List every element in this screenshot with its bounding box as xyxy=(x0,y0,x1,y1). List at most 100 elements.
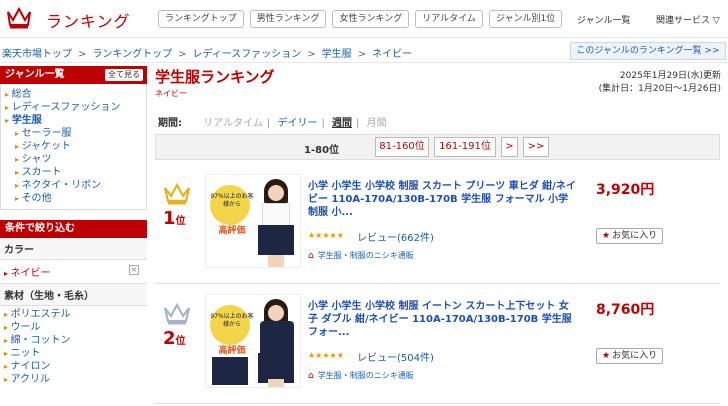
ranking-item: 2位 97%以上のお客様から 高評価 小学 小学生 小学校 制服 イートン スカ… xyxy=(155,292,720,404)
material-section-title: 素材（生地・毛糸） xyxy=(0,284,147,306)
color-section-title: カラー xyxy=(0,238,147,260)
page-subtitle: ネイビー xyxy=(155,89,187,98)
breadcrumb-ranking-top[interactable]: ランキングトップ xyxy=(92,49,172,60)
pagination-current-range: 1-80位 xyxy=(304,145,340,156)
breadcrumb: 楽天市場トップ > ランキングトップ > レディースファッション > 学生服 > ネイビー xyxy=(2,45,412,60)
image-badge-highlight: 高評価 xyxy=(218,346,246,356)
shop-home-icon: ⌂ xyxy=(308,251,314,261)
star-icon: ★ xyxy=(602,231,611,241)
related-services-menu[interactable]: 関連サービス ▽ xyxy=(656,13,720,26)
favorite-label: お気に入り xyxy=(612,351,658,361)
sidebar-item-sailor[interactable]: セーラー服 xyxy=(5,127,146,140)
nav-realtime[interactable]: リアルタイム xyxy=(415,10,483,28)
genre-list-link[interactable]: ジャンル一覧 xyxy=(577,13,631,26)
image-badge-highlight: 高評価 xyxy=(218,226,246,236)
period-daily[interactable]: デイリー xyxy=(277,118,317,129)
page-next[interactable]: > xyxy=(501,137,518,157)
price: 8,760円 xyxy=(596,302,655,318)
sidebar-item-uniform[interactable]: 学生服 xyxy=(5,114,146,127)
genre-ranking-list-link[interactable]: このジャンルのランキング一覧 >> xyxy=(570,42,726,60)
sidebar-item-other[interactable]: その他 xyxy=(5,192,146,205)
sidebar-item-shirt[interactable]: シャツ xyxy=(5,153,146,166)
update-info: 2025年1月29日(水)更新 (集計日：1月20日〜1月26日) xyxy=(599,70,721,96)
sidebar: ジャンル一覧 全て見る 総合 レディースファッション 学生服 セーラー服 ジャケ… xyxy=(0,66,147,406)
price: 3,920円 xyxy=(596,182,655,198)
aggregation-period: (集計日：1月20日〜1月26日) xyxy=(598,84,721,94)
filter-header: 条件で絞り込む xyxy=(0,220,147,238)
breadcrumb-separator: > xyxy=(307,49,316,60)
breadcrumb-uniform[interactable]: 学生服 xyxy=(322,49,352,60)
clear-filter-icon[interactable]: × xyxy=(129,265,139,275)
material-acrylic[interactable]: アクリル xyxy=(4,373,143,386)
image-badge-text: 97%以上のお客様から xyxy=(210,193,254,208)
product-image[interactable]: 97%以上のお客様から 高評価 xyxy=(205,174,301,268)
shop-name: 学生服・制服のニシキ通販 xyxy=(317,371,414,380)
page-81-160[interactable]: 81-160位 xyxy=(375,137,429,157)
sidebar-item-tie-ribbon[interactable]: ネクタイ・リボン xyxy=(5,179,146,192)
shop-link[interactable]: ⌂ 学生服・制服のニシキ通販 xyxy=(308,250,414,261)
page-last[interactable]: >> xyxy=(523,137,549,157)
updated-date: 2025年1月29日(水)更新 xyxy=(619,71,721,81)
review-link[interactable]: レビュー(504件) xyxy=(357,349,434,364)
pagination: 1-80位 81-160位 161-191位 > >> xyxy=(155,134,720,160)
shop-name: 学生服・制服のニシキ通販 xyxy=(317,251,414,260)
material-wool[interactable]: ウール xyxy=(4,321,143,334)
favorite-label: お気に入り xyxy=(612,231,658,241)
rating-stars-icon: ★★★★★ xyxy=(308,351,344,360)
period-realtime: リアルタイム xyxy=(203,118,263,129)
favorite-button[interactable]: ★ お気に入り xyxy=(596,228,664,244)
period-selector: 期間: リアルタイム | デイリー | 週間 | 月間 xyxy=(158,118,387,129)
material-nylon[interactable]: ナイロン xyxy=(4,360,143,373)
color-filter: ネイビー × xyxy=(0,260,147,284)
site-header: ランキング ランキングトップ 男性ランキング 女性ランキング リアルタイム ジャ… xyxy=(0,0,728,38)
rating-stars-icon: ★★★★★ xyxy=(308,231,344,240)
sidebar-item-skirt[interactable]: スカート xyxy=(5,166,146,179)
breadcrumb-rakuten-top[interactable]: 楽天市場トップ xyxy=(2,49,72,60)
ranking-item: 1位 97%以上のお客様から 高評価 小学 小学生 小学校 制服 スカート プリ… xyxy=(155,172,720,284)
crown-logo-icon[interactable] xyxy=(6,6,32,30)
breadcrumb-ladies[interactable]: レディースファッション xyxy=(192,49,301,60)
sidebar-item-jacket[interactable]: ジャケット xyxy=(5,140,146,153)
breadcrumb-navy[interactable]: ネイビー xyxy=(372,49,412,60)
nav-ranking-top[interactable]: ランキングトップ xyxy=(158,10,244,28)
silver-crown-icon xyxy=(163,302,191,325)
header-nav: ランキングトップ 男性ランキング 女性ランキング リアルタイム ジャンル別1位 xyxy=(158,10,563,28)
breadcrumb-separator: > xyxy=(78,49,87,60)
product-name-link[interactable]: 小学 小学生 小学校 制服 スカート プリーツ 車ヒダ 紺/ネイビー 110A-… xyxy=(308,180,578,219)
rank-number: 2位 xyxy=(163,328,186,349)
main-content: 学生服ランキング ネイビー 2025年1月29日(水)更新 (集計日：1月20日… xyxy=(155,66,727,406)
breadcrumb-separator: > xyxy=(178,49,187,60)
genre-list-header: ジャンル一覧 全て見る xyxy=(0,66,147,84)
sidebar-item-overall[interactable]: 総合 xyxy=(5,88,146,101)
genre-list: 総合 レディースファッション 学生服 セーラー服 ジャケット シャツ スカート … xyxy=(0,84,147,210)
review-link[interactable]: レビュー(662件) xyxy=(357,229,434,244)
product-name-link[interactable]: 小学 小学生 小学校 制服 イートン スカート上下セット 女子 ダブル 紺/ネイ… xyxy=(308,300,578,339)
image-badge-text: 97%以上のお客様から xyxy=(210,313,254,328)
see-all-button[interactable]: 全て見る xyxy=(105,69,143,81)
breadcrumb-separator: > xyxy=(357,49,367,60)
material-list: ポリエステル ウール 綿・コットン ニット ナイロン アクリル xyxy=(0,306,147,388)
color-filter-value[interactable]: ネイビー xyxy=(4,268,51,279)
sidebar-item-ladies[interactable]: レディースファッション xyxy=(5,101,146,114)
period-label: 期間: xyxy=(158,118,182,129)
favorite-button[interactable]: ★ お気に入り xyxy=(596,348,664,364)
nav-genre-first[interactable]: ジャンル別1位 xyxy=(488,10,563,28)
genre-list-title: ジャンル一覧 xyxy=(5,69,65,80)
product-image[interactable]: 97%以上のお客様から 高評価 xyxy=(205,294,301,388)
nav-female-ranking[interactable]: 女性ランキング xyxy=(332,10,410,28)
material-cotton[interactable]: 綿・コットン xyxy=(4,334,143,347)
material-polyester[interactable]: ポリエステル xyxy=(4,308,143,321)
nav-male-ranking[interactable]: 男性ランキング xyxy=(249,10,327,28)
breadcrumb-bar: 楽天市場トップ > ランキングトップ > レディースファッション > 学生服 > ネイビー この… xyxy=(0,39,728,63)
page-title: 学生服ランキング xyxy=(155,68,275,86)
shop-home-icon: ⌂ xyxy=(308,371,314,381)
gold-crown-icon xyxy=(163,182,191,205)
shop-link[interactable]: ⌂ 学生服・制服のニシキ通販 xyxy=(308,370,414,381)
period-monthly: 月間 xyxy=(366,118,387,129)
rank-number: 1位 xyxy=(163,208,186,229)
page-161-191[interactable]: 161-191位 xyxy=(434,137,496,157)
star-icon: ★ xyxy=(602,351,611,361)
ranking-brand[interactable]: ランキング xyxy=(46,8,131,32)
material-knit[interactable]: ニット xyxy=(4,347,143,360)
period-weekly[interactable]: 週間 xyxy=(332,118,352,129)
